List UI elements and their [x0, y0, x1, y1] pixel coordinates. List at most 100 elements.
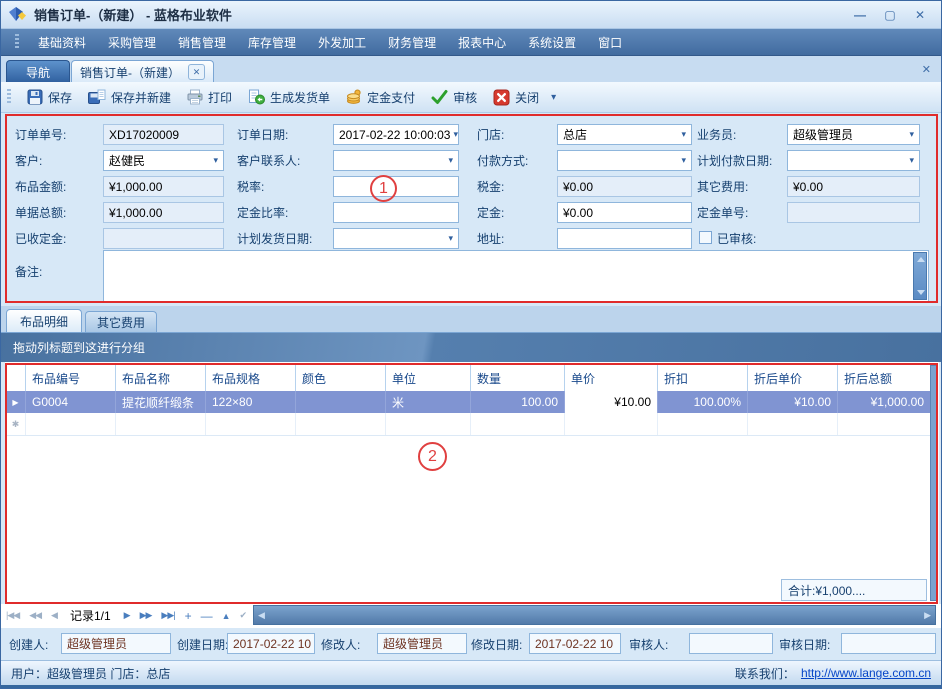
scroll-right-icon[interactable]: ▶ [924, 610, 931, 621]
plan-pay-date-field[interactable]: ▾ [787, 150, 920, 171]
grid-total-box: 合计:¥1,000.... [781, 579, 927, 601]
tab-close-icon[interactable]: ✕ [188, 64, 205, 80]
creator-value: 超级管理员 [61, 633, 171, 654]
tab-navigation[interactable]: 导航 [6, 60, 70, 83]
detail-tab-fabric[interactable]: 布品明细 [6, 309, 82, 332]
row-pointer-icon: ▶ [12, 398, 18, 407]
deposit-pay-button[interactable]: 定金支付 [338, 86, 423, 109]
toolbar: 保存 保存并新建 打印 生成发货单 定金支付 审核 关闭 ▾ [1, 82, 941, 113]
save-and-new-button[interactable]: 保存并新建 [80, 86, 179, 109]
chevron-down-icon[interactable]: ▾ [213, 155, 218, 166]
menu-item-finance[interactable]: 财务管理 [377, 30, 447, 55]
scroll-down-icon[interactable] [917, 290, 925, 295]
audit-button[interactable]: 审核 [423, 86, 485, 109]
nav-last-button[interactable]: ▶▶| [156, 610, 179, 621]
nav-next-button[interactable]: ▶ [119, 610, 135, 621]
menubar-grip [15, 34, 19, 50]
cell-discount[interactable]: 100.00% [658, 391, 748, 413]
store-field[interactable]: 总店▾ [557, 124, 692, 145]
chevron-down-icon[interactable]: ▾ [909, 129, 914, 140]
scroll-up-icon[interactable] [917, 257, 925, 262]
remark-scrollbar[interactable] [913, 252, 927, 300]
close-form-button[interactable]: 关闭 [485, 86, 547, 109]
modifier-label: 修改人: [321, 636, 360, 654]
menu-item-basic-data[interactable]: 基础资料 [27, 30, 97, 55]
grid-vertical-scrollbar[interactable] [930, 365, 938, 601]
print-button[interactable]: 打印 [179, 86, 240, 109]
grid-row-selected[interactable]: ▶ G0004 提花顺纤缎条 122×80 米 100.00 ¥10.00 10… [6, 391, 931, 413]
salesman-field[interactable]: 超级管理员▾ [787, 124, 920, 145]
nav-prev-page-button[interactable]: ◀◀ [24, 610, 46, 621]
record-navigator: |◀◀ ◀◀ ◀ 记录1/1 ▶ ▶▶ ▶▶| + — ▲ ✔ ✖ ◀ ▶ [1, 604, 941, 628]
grid-header-cell-discounted-total[interactable]: 折后总额 [838, 365, 931, 391]
pay-method-field[interactable]: ▾ [557, 150, 692, 171]
nav-append-button[interactable]: + [180, 609, 196, 623]
menu-item-purchase[interactable]: 采购管理 [97, 30, 167, 55]
menu-item-reports[interactable]: 报表中心 [447, 30, 517, 55]
deposit-field[interactable]: ¥0.00 [557, 202, 692, 223]
cell-spec[interactable]: 122×80 [206, 391, 296, 413]
detail-tab-other-fees[interactable]: 其它费用 [85, 311, 157, 332]
menu-item-outsourcing[interactable]: 外发加工 [307, 30, 377, 55]
close-window-button[interactable]: ✕ [907, 6, 933, 23]
grid-header-cell-code[interactable]: 布品编号 [26, 365, 116, 391]
cell-discounted-price[interactable]: ¥10.00 [748, 391, 838, 413]
cell-name[interactable]: 提花顺纤缎条 [116, 391, 206, 413]
cell-discounted-total[interactable]: ¥1,000.00 [838, 391, 931, 413]
grid-header-cell-discount[interactable]: 折扣 [658, 365, 748, 391]
cell-qty[interactable]: 100.00 [471, 391, 565, 413]
website-link[interactable]: http://www.lange.com.cn [801, 666, 931, 680]
nav-post-button[interactable]: ✔ [235, 610, 252, 621]
grid-header-cell-unit[interactable]: 单位 [386, 365, 471, 391]
grid-new-row[interactable]: ✱ [6, 413, 931, 436]
tax-rate-label: 税率: [237, 178, 264, 196]
store-label: 门店: [477, 126, 504, 144]
grid-header-cell-qty[interactable]: 数量 [471, 365, 565, 391]
cell-unit[interactable]: 米 [386, 391, 471, 413]
menu-item-inventory[interactable]: 库存管理 [237, 30, 307, 55]
remark-textarea[interactable] [103, 250, 929, 302]
chevron-down-icon[interactable]: ▾ [453, 129, 458, 140]
nav-next-page-button[interactable]: ▶▶ [135, 610, 157, 621]
nav-delete-button[interactable]: — [196, 609, 217, 623]
nav-first-button[interactable]: |◀◀ [1, 610, 24, 621]
cell-color[interactable] [296, 391, 386, 413]
grid-header-cell-spec[interactable]: 布品规格 [206, 365, 296, 391]
maximize-button[interactable]: ▢ [877, 6, 903, 23]
nav-prev-button[interactable]: ◀ [46, 610, 62, 621]
menu-item-system[interactable]: 系统设置 [517, 30, 587, 55]
grid-header-cell-color[interactable]: 颜色 [296, 365, 386, 391]
audited-checkbox[interactable] [699, 231, 712, 244]
save-button[interactable]: 保存 [19, 86, 80, 109]
generate-shipping-button[interactable]: 生成发货单 [240, 86, 338, 109]
grid-header-cell-name[interactable]: 布品名称 [116, 365, 206, 391]
horizontal-scrollbar[interactable]: ◀ ▶ [253, 605, 936, 625]
chevron-down-icon[interactable]: ▾ [448, 155, 453, 166]
nav-edit-button[interactable]: ▲ [217, 611, 235, 621]
chevron-down-icon[interactable]: ▾ [681, 129, 686, 140]
order-date-field[interactable]: 2017-02-22 10:00:03▾ [333, 124, 459, 145]
minimize-button[interactable]: — [847, 6, 873, 23]
deposit-pay-icon [346, 89, 362, 105]
cell-price-editor[interactable]: ¥10.00 [565, 391, 658, 413]
scroll-left-icon[interactable]: ◀ [258, 610, 265, 621]
group-by-band[interactable]: 拖动列标题到这进行分组 [1, 332, 941, 362]
grid-header-cell-discounted-price[interactable]: 折后单价 [748, 365, 838, 391]
chevron-down-icon[interactable]: ▾ [681, 155, 686, 166]
chevron-down-icon[interactable]: ▾ [448, 233, 453, 244]
tax-rate-field[interactable] [333, 176, 459, 197]
menu-item-sales[interactable]: 销售管理 [167, 30, 237, 55]
chevron-down-icon[interactable]: ▾ [909, 155, 914, 166]
customer-field[interactable]: 赵健民▾ [103, 150, 224, 171]
cell-code[interactable]: G0004 [26, 391, 116, 413]
menu-item-window[interactable]: 窗口 [587, 30, 633, 55]
grid-header-row: 布品编号 布品名称 布品规格 颜色 单位 数量 单价 折扣 折后单价 折后总额 [6, 365, 931, 392]
deposit-ratio-field[interactable] [333, 202, 459, 223]
toolbar-overflow-arrow[interactable]: ▾ [547, 92, 560, 103]
tab-sales-order[interactable]: 销售订单-（新建） ✕ [71, 60, 214, 83]
tabstrip-close-button[interactable]: ✕ [922, 63, 931, 76]
plan-ship-date-field[interactable]: ▾ [333, 228, 459, 249]
grid-header-cell-price[interactable]: 单价 [565, 365, 658, 391]
address-field[interactable] [557, 228, 692, 249]
customer-contact-field[interactable]: ▾ [333, 150, 459, 171]
